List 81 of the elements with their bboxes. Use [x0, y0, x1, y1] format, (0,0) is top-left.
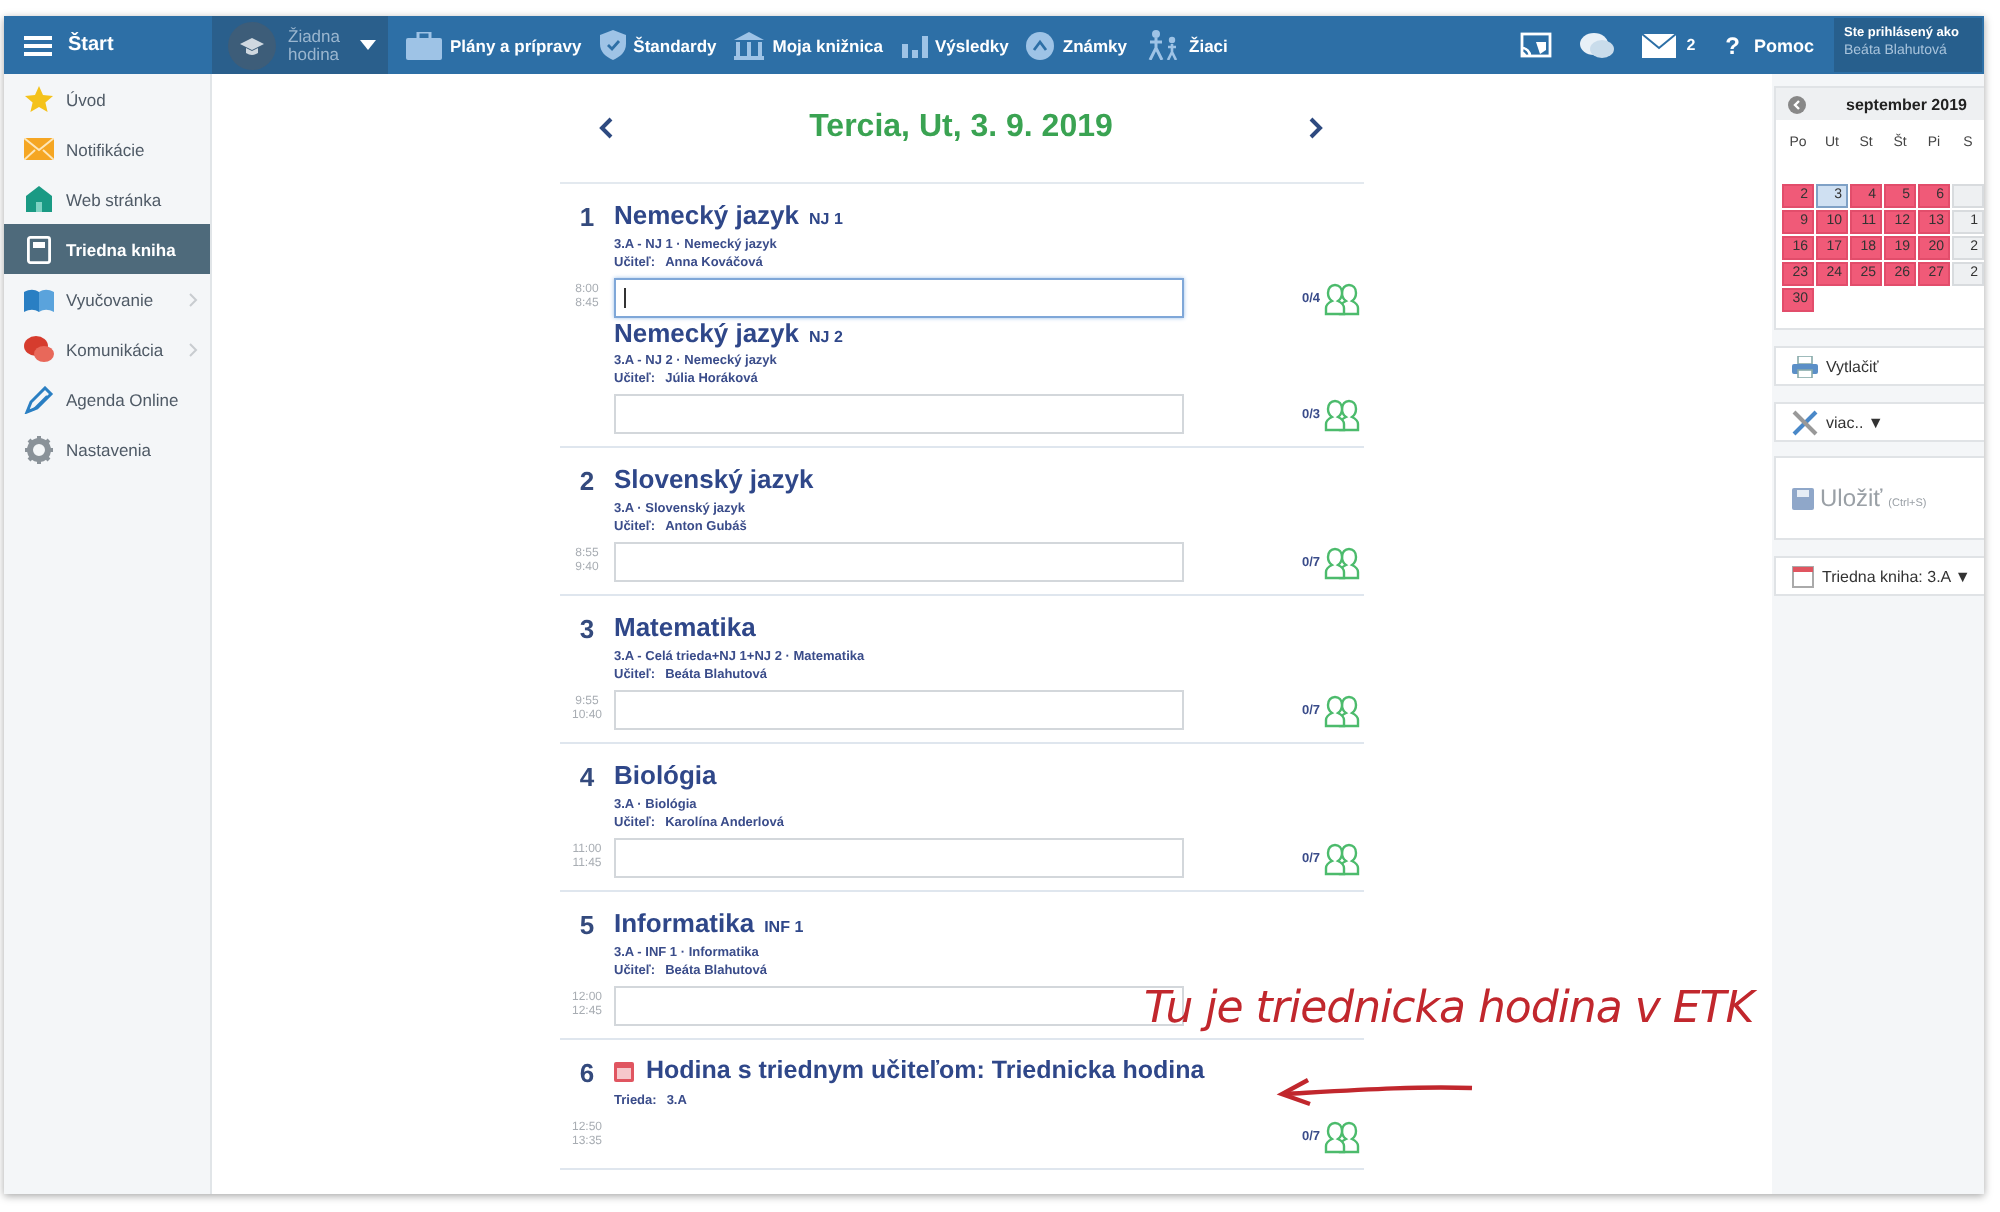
- printer-icon: [1792, 355, 1818, 377]
- lesson-number: 1: [579, 200, 595, 232]
- notebook-icon: [24, 235, 54, 263]
- people-icon[interactable]: [1324, 544, 1364, 580]
- sidebar-item[interactable]: Komunikácia: [4, 324, 210, 374]
- chat-icon[interactable]: [1580, 31, 1615, 59]
- pen-icon: [24, 385, 54, 413]
- caret-icon: [360, 40, 376, 50]
- envelope-icon: [24, 138, 54, 160]
- group-label: INF 1: [764, 918, 804, 936]
- day-title: Tercia, Ut, 3. 9. 2019: [809, 110, 1113, 146]
- graduation-cap-icon: [228, 21, 276, 69]
- previous-month-icon[interactable]: [1788, 95, 1806, 113]
- chat-icon: [24, 335, 54, 363]
- people-icon[interactable]: [1324, 692, 1364, 728]
- subject-title: Nemecký jazyk: [614, 200, 800, 230]
- subject-title: Biológia: [614, 760, 717, 790]
- annotation-text: Tu je triednicka hodina v ETK: [1144, 984, 1754, 1034]
- nav-button[interactable]: Výsledky: [901, 25, 1009, 65]
- help-button[interactable]: ? Pomoc: [1725, 31, 1814, 59]
- cast-icon[interactable]: [1520, 31, 1553, 59]
- sidebar-item[interactable]: Vyučovanie: [4, 274, 210, 324]
- book-icon: [24, 287, 54, 311]
- messages-button[interactable]: 2: [1642, 33, 1696, 57]
- house-icon: [24, 186, 54, 212]
- tools-icon: [1792, 409, 1818, 435]
- sidebar-item[interactable]: Triedna kniha: [4, 224, 210, 274]
- lesson-number: 2: [579, 464, 595, 496]
- nav-button[interactable]: Známky: [1026, 25, 1128, 65]
- class-book-button[interactable]: Triedna kniha: 3.A ▼: [1774, 556, 1984, 596]
- sidebar-item[interactable]: Úvod: [4, 74, 210, 124]
- calendar-title: september 2019: [1846, 95, 1967, 113]
- calendar-icon: [1792, 565, 1814, 587]
- lesson-picker[interactable]: Žiadna hodina: [212, 16, 388, 74]
- calendar-day[interactable]: [1952, 184, 1984, 208]
- lesson-number: 6: [579, 1056, 595, 1088]
- topic-input-field[interactable]: [614, 278, 1184, 318]
- calendar-icon: [614, 1062, 634, 1082]
- people-icon[interactable]: [1324, 1118, 1364, 1154]
- subject-title: Nemecký jazyk: [614, 318, 800, 348]
- lesson-number: 4: [579, 760, 595, 792]
- topic-input-field[interactable]: [614, 542, 1184, 582]
- nav-button[interactable]: Moja knižnica: [734, 25, 884, 65]
- nav-button[interactable]: Žiaci: [1145, 25, 1228, 65]
- people-icon[interactable]: [1324, 396, 1364, 432]
- sidebar-item[interactable]: Web stránka: [4, 174, 210, 224]
- more-button[interactable]: viac.. ▼: [1774, 402, 1984, 442]
- gear-icon: [24, 435, 54, 463]
- envelope-icon: [1642, 33, 1677, 57]
- lesson-number: 3: [579, 612, 595, 644]
- people-icon[interactable]: [1324, 840, 1364, 876]
- subject-title: Informatika: [614, 908, 755, 938]
- sidebar-item[interactable]: Agenda Online: [4, 374, 210, 424]
- star-icon: [24, 86, 54, 112]
- chevron-right-icon[interactable]: [1307, 116, 1324, 140]
- subject-title: Matematika: [614, 612, 756, 642]
- topic-input-field[interactable]: [614, 838, 1184, 878]
- people-icon[interactable]: [1324, 280, 1364, 316]
- walking-people-icon: [1145, 30, 1182, 60]
- nav-button[interactable]: Štandardy: [599, 25, 717, 65]
- text-cursor: [624, 288, 626, 308]
- lesson-number: 5: [579, 908, 595, 940]
- briefcase-icon: [406, 31, 442, 59]
- subject-title: Hodina s triednym učiteľom: Triednicka hodina: [646, 1056, 1205, 1084]
- topic-input-field[interactable]: [614, 690, 1184, 730]
- print-button[interactable]: Vytlačiť: [1774, 346, 1984, 386]
- menu-icon: [24, 33, 52, 57]
- start-button[interactable]: Štart: [4, 16, 212, 74]
- subject-title: Slovenský jazyk: [614, 464, 814, 494]
- nav-button[interactable]: Plány a prípravy: [406, 25, 582, 65]
- shield-icon: [599, 30, 626, 60]
- building-icon: [734, 31, 765, 59]
- sidebar-item[interactable]: Notifikácie: [4, 124, 210, 174]
- chevron-left-icon[interactable]: [598, 116, 614, 140]
- bar-chart-icon: [901, 32, 928, 58]
- group-label: NJ 1: [809, 210, 843, 228]
- sidebar-item[interactable]: Nastavenia: [4, 424, 210, 474]
- group-label: NJ 2: [809, 328, 843, 346]
- topic-input-field[interactable]: [614, 394, 1184, 434]
- chevron-icon: [188, 291, 198, 307]
- chevron-icon: [188, 341, 198, 357]
